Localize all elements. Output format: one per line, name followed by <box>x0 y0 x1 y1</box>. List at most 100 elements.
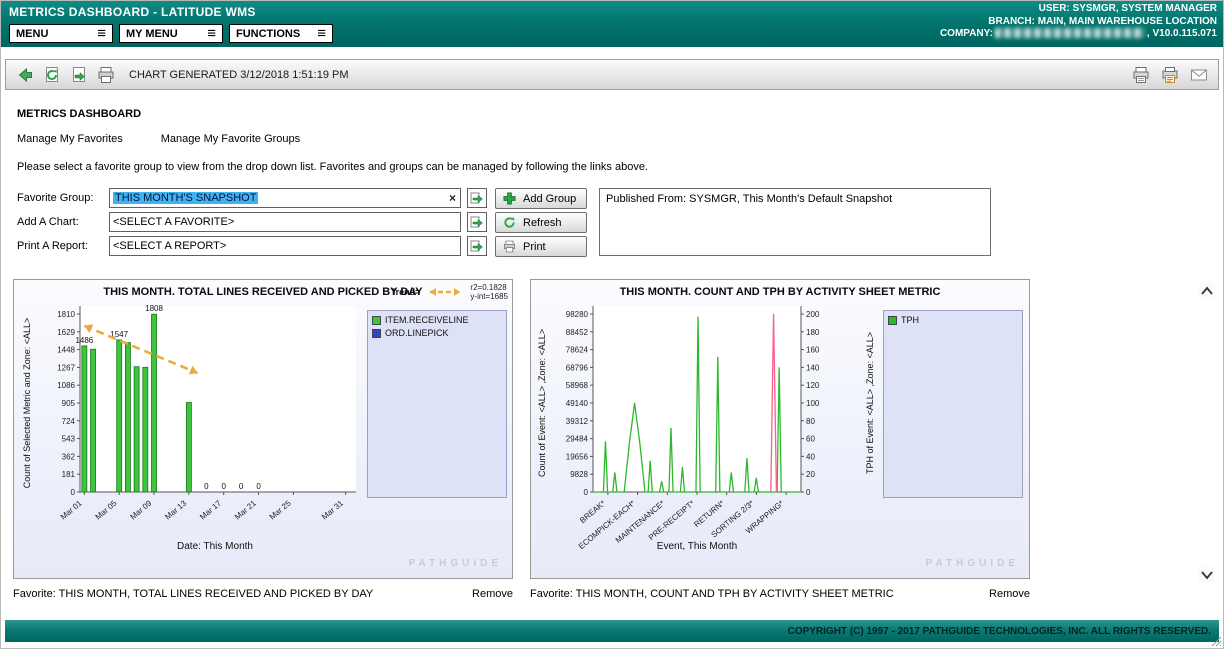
content-area: METRICS DASHBOARD Manage My Favorites Ma… <box>5 94 1219 616</box>
printer-icon <box>503 240 516 253</box>
svg-text:543: 543 <box>62 435 76 444</box>
chevron-up-icon <box>1200 286 1214 296</box>
scroll-down-button[interactable] <box>1199 567 1215 583</box>
favorite-group-value: THIS MONTH'S SNAPSHOT <box>113 192 258 204</box>
scroll-up-button[interactable] <box>1199 283 1215 299</box>
menu-button[interactable]: MENU ≡ <box>9 24 113 43</box>
svg-text:200: 200 <box>806 310 820 319</box>
branch-line: BRANCH: MAIN, MAIN WAREHOUSE LOCATION <box>940 16 1217 29</box>
print-chart-icon[interactable] <box>97 66 115 84</box>
add-chart-select[interactable]: <SELECT A FAVORITE> <box>109 212 461 232</box>
favorite-group-lookup-button[interactable] <box>467 188 487 208</box>
svg-text:0: 0 <box>239 482 244 491</box>
svg-text:Mar 09: Mar 09 <box>128 498 153 521</box>
chevron-down-icon <box>1200 570 1214 580</box>
lookup-icon <box>470 215 484 229</box>
svg-text:78624: 78624 <box>566 346 589 355</box>
favorite-caption-left: Favorite: THIS MONTH, TOTAL LINES RECEIV… <box>13 588 513 600</box>
add-group-button[interactable]: Add Group <box>495 188 587 209</box>
chart-generated-text: CHART GENERATED 3/12/2018 1:51:19 PM <box>129 69 349 81</box>
favorite-caption-right: Favorite: THIS MONTH, COUNT AND TPH BY A… <box>530 588 1030 600</box>
print-report-select[interactable]: <SELECT A REPORT> <box>109 236 461 256</box>
management-links: Manage My Favorites Manage My Favorite G… <box>17 133 1219 145</box>
svg-text:29484: 29484 <box>566 435 589 444</box>
svg-text:Date: This Month: Date: This Month <box>177 541 253 552</box>
svg-text:160: 160 <box>806 346 820 355</box>
svg-text:1086: 1086 <box>57 381 75 390</box>
svg-text:BREAK*: BREAK* <box>578 499 607 525</box>
watermark: PATHGUIDE <box>409 558 502 569</box>
hamburger-icon: ≡ <box>97 29 106 39</box>
email-icon[interactable] <box>1190 66 1208 84</box>
print-icon[interactable] <box>1132 66 1150 84</box>
functions-button[interactable]: FUNCTIONS ≡ <box>229 24 333 43</box>
print-report-lookup-button[interactable] <box>467 236 487 256</box>
svg-text:80: 80 <box>806 417 815 426</box>
trend-annotation: Trend= r2=0.1828 y-int=1685 <box>391 283 508 301</box>
chart-panel-lines-by-day: THIS MONTH. TOTAL LINES RECEIVED AND PIC… <box>13 279 513 579</box>
svg-text:19656: 19656 <box>566 452 589 461</box>
svg-text:Mar 13: Mar 13 <box>163 498 188 521</box>
manage-favorites-link[interactable]: Manage My Favorites <box>17 133 123 145</box>
chart-panel-count-tph: THIS MONTH. COUNT AND TPH BY ACTIVITY SH… <box>530 279 1030 579</box>
legend-item: ITEM.RECEIVELINE <box>372 315 502 325</box>
svg-text:724: 724 <box>62 417 76 426</box>
favorite-group-label: Favorite Group: <box>17 188 103 208</box>
print-preview-icon[interactable] <box>1161 66 1179 84</box>
page-title: METRICS DASHBOARD - LATITUDE WMS <box>9 5 256 19</box>
my-menu-button[interactable]: MY MENU ≡ <box>119 24 223 43</box>
published-from-box: Published From: SYSMGR, This Month's Def… <box>599 188 991 256</box>
svg-text:Count of Selected Metric and Z: Count of Selected Metric and Zone: <ALL> <box>22 318 32 489</box>
svg-text:Mar 31: Mar 31 <box>320 498 345 521</box>
charts-row: THIS MONTH. TOTAL LINES RECEIVED AND PIC… <box>13 279 1219 579</box>
svg-text:362: 362 <box>62 452 76 461</box>
selection-form: Favorite Group: THIS MONTH'S SNAPSHOT × … <box>17 188 1219 266</box>
trend-arrow-icon <box>423 286 467 298</box>
svg-text:39312: 39312 <box>566 417 589 426</box>
clear-icon[interactable]: × <box>449 191 456 205</box>
add-chart-value: <SELECT A FAVORITE> <box>113 216 234 228</box>
svg-text:Event, This Month: Event, This Month <box>657 541 737 552</box>
refresh-chart-icon[interactable] <box>43 66 61 84</box>
app-window: METRICS DASHBOARD - LATITUDE WMS USER: S… <box>0 0 1224 649</box>
svg-text:1810: 1810 <box>57 310 75 319</box>
print-button[interactable]: Print <box>495 236 587 257</box>
manage-favorite-groups-link[interactable]: Manage My Favorite Groups <box>161 133 300 145</box>
legend-item: TPH <box>888 315 1018 325</box>
instructions-text: Please select a favorite group to view f… <box>17 161 1219 173</box>
refresh-icon <box>503 216 516 229</box>
chart-legend: ITEM.RECEIVELINEORD.LINEPICK <box>367 310 507 498</box>
svg-text:Mar 17: Mar 17 <box>198 498 223 521</box>
svg-text:Mar 25: Mar 25 <box>268 498 293 521</box>
vertical-scrollbar[interactable] <box>1198 283 1216 583</box>
svg-text:1808: 1808 <box>145 304 163 313</box>
toolbar-left-icons <box>16 66 115 84</box>
remove-left-link[interactable]: Remove <box>472 588 513 600</box>
refresh-button[interactable]: Refresh <box>495 212 587 233</box>
dashboard-title: METRICS DASHBOARD <box>17 108 1219 120</box>
svg-text:98280: 98280 <box>566 310 589 319</box>
back-icon[interactable] <box>16 66 34 84</box>
trend-stats: r2=0.1828 y-int=1685 <box>470 283 508 301</box>
lookup-icon <box>470 191 484 205</box>
svg-text:TPH of Event: <ALL> ,Zone: <AL: TPH of Event: <ALL> ,Zone: <ALL> <box>865 332 875 474</box>
add-chart-lookup-button[interactable] <box>467 212 487 232</box>
print-report-label: Print A Report: <box>17 236 103 256</box>
svg-text:180: 180 <box>806 328 820 337</box>
remove-right-link[interactable]: Remove <box>989 588 1030 600</box>
svg-text:0: 0 <box>204 482 209 491</box>
hamburger-icon: ≡ <box>317 29 326 39</box>
add-group-icon <box>503 192 516 205</box>
svg-text:181: 181 <box>62 470 76 479</box>
svg-text:120: 120 <box>806 381 820 390</box>
chart-title: THIS MONTH. COUNT AND TPH BY ACTIVITY SH… <box>531 280 1029 298</box>
export-chart-icon[interactable] <box>70 66 88 84</box>
svg-text:140: 140 <box>806 363 820 372</box>
svg-text:0: 0 <box>584 488 589 497</box>
favorite-group-input[interactable]: THIS MONTH'S SNAPSHOT × <box>109 188 461 208</box>
company-line: COMPANY:, V10.0.115.071 <box>940 28 1217 41</box>
session-info: USER: SYSMGR, SYSTEM MANAGER BRANCH: MAI… <box>940 3 1217 41</box>
resize-grip[interactable] <box>1208 633 1222 647</box>
svg-text:0: 0 <box>71 488 76 497</box>
add-chart-label: Add A Chart: <box>17 212 103 232</box>
